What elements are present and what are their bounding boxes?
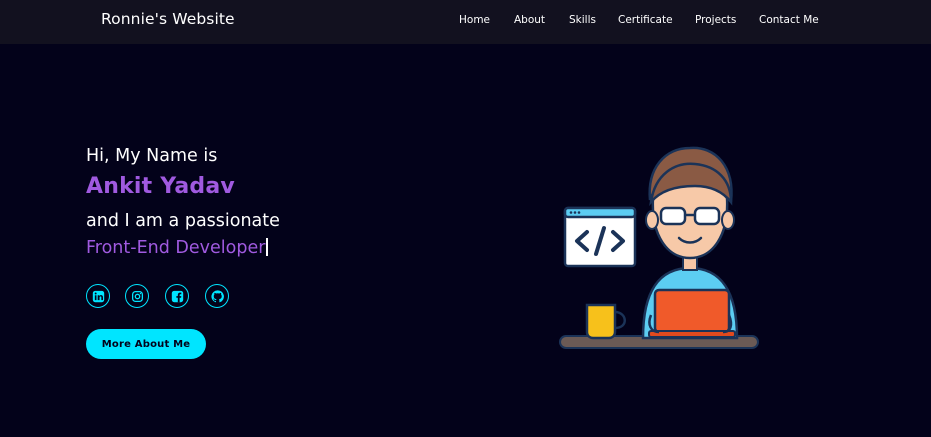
- nav-link-home[interactable]: Home: [459, 14, 490, 26]
- facebook-icon: [171, 290, 183, 302]
- nav-link-skills[interactable]: Skills: [569, 14, 596, 26]
- navbar: Ronnie's Website Home About Skills Certi…: [0, 0, 931, 44]
- laptop: [653, 288, 731, 334]
- nav-link-about[interactable]: About: [514, 14, 545, 26]
- developer-illustration: [559, 146, 759, 349]
- hero-greeting: Hi, My Name is: [86, 146, 218, 166]
- facebook-link[interactable]: [165, 284, 189, 308]
- github-link[interactable]: [205, 284, 229, 308]
- nav-link-contact[interactable]: Contact Me: [759, 14, 819, 26]
- linkedin-link[interactable]: [86, 284, 110, 308]
- coffee-mug: [585, 303, 617, 340]
- linkedin-icon: [92, 290, 104, 302]
- github-icon: [210, 289, 224, 302]
- nav-link-projects[interactable]: Projects: [695, 14, 736, 26]
- more-about-me-button[interactable]: More About Me: [86, 329, 206, 359]
- hero-name: Ankit Yadav: [86, 174, 235, 199]
- hero-role: Front-End Developer: [86, 238, 269, 258]
- hero-intro: and I am a passionate: [86, 211, 280, 231]
- instagram-icon: [131, 290, 143, 302]
- typing-cursor: [266, 238, 269, 256]
- site-brand[interactable]: Ronnie's Website: [101, 10, 235, 28]
- hero-role-text: Front-End Developer: [86, 238, 266, 258]
- nav-link-certificate[interactable]: Certificate: [618, 14, 673, 26]
- instagram-link[interactable]: [125, 284, 149, 308]
